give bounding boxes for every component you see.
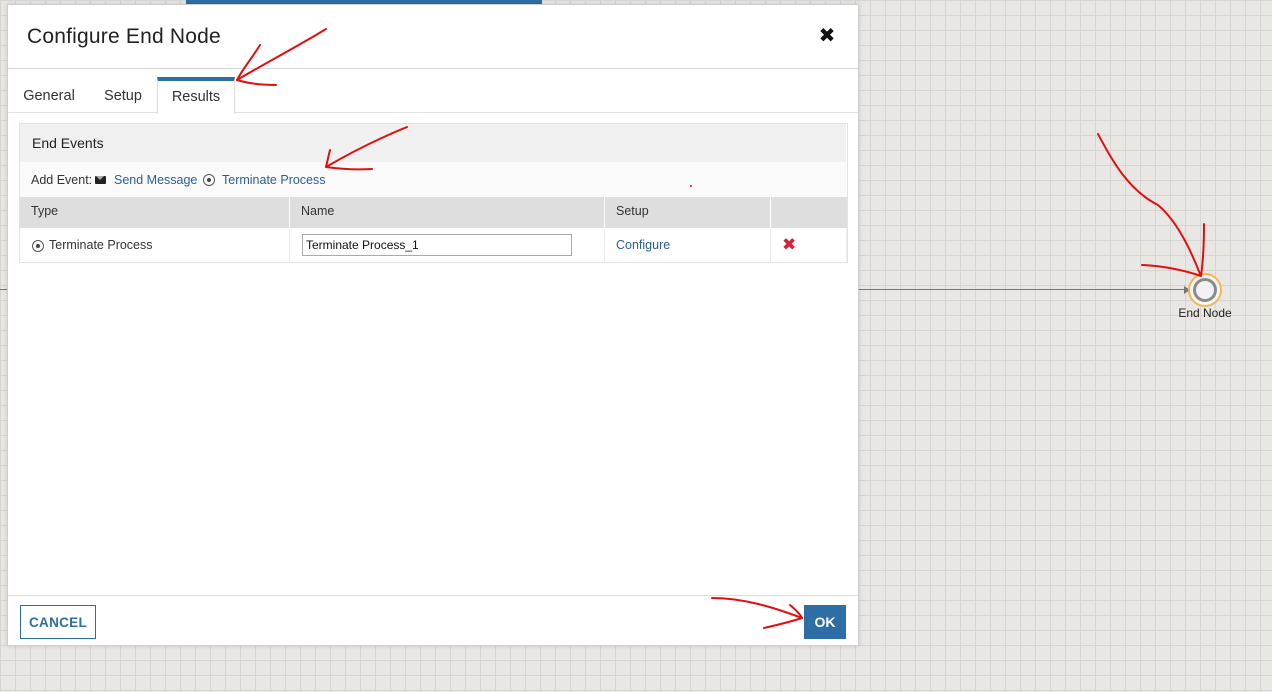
add-event-row: Add Event: Send Message Terminate Proces… — [20, 162, 847, 197]
add-terminate-process-link[interactable]: Terminate Process — [222, 173, 326, 187]
radio-target-icon — [203, 174, 215, 186]
column-header-type: Type — [20, 197, 290, 228]
end-node-circle-icon — [1193, 278, 1217, 302]
column-header-name: Name — [290, 197, 605, 228]
add-event-label: Add Event: — [31, 173, 93, 187]
cell-name — [290, 228, 605, 263]
end-events-panel: End Events Add Event: Send Message Termi… — [19, 123, 848, 263]
annotation-arrow-end-node — [1097, 133, 1201, 275]
dialog-footer: CANCEL OK — [8, 595, 858, 646]
tab-setup[interactable]: Setup — [90, 77, 156, 113]
cell-action: ✖ — [771, 228, 847, 263]
configure-end-node-dialog: Configure End Node ✖ General Setup Resul… — [7, 4, 859, 646]
tab-results[interactable]: Results — [157, 77, 235, 114]
column-header-action — [771, 197, 847, 228]
close-icon[interactable]: ✖ — [816, 25, 838, 47]
end-node[interactable] — [1188, 273, 1222, 307]
table-row: Terminate Process Configure ✖ — [20, 228, 847, 263]
cell-type: Terminate Process — [20, 228, 290, 263]
end-events-header: End Events — [20, 124, 846, 162]
tab-general[interactable]: General — [14, 77, 84, 113]
table-header-row: Type Name Setup — [20, 197, 847, 228]
annotation-arrow-end-node-head — [1141, 223, 1205, 277]
event-name-input[interactable] — [302, 234, 572, 256]
add-send-message-link[interactable]: Send Message — [114, 173, 197, 187]
flow-connector — [858, 289, 1186, 290]
cell-setup: Configure — [605, 228, 771, 263]
configure-link[interactable]: Configure — [616, 238, 670, 252]
dialog-title: Configure End Node — [27, 25, 221, 48]
delete-x-icon[interactable]: ✖ — [782, 228, 796, 262]
radio-target-icon — [32, 240, 44, 252]
end-events-table: Type Name Setup Terminate Process Config… — [20, 197, 847, 263]
cancel-button[interactable]: CANCEL — [20, 605, 96, 639]
column-header-setup: Setup — [605, 197, 771, 228]
end-events-title: End Events — [32, 135, 104, 151]
end-node-label: End Node — [1178, 306, 1232, 320]
dialog-header: Configure End Node ✖ — [8, 5, 858, 69]
event-type-text: Terminate Process — [49, 238, 153, 252]
ok-button[interactable]: OK — [804, 605, 846, 639]
envelope-icon — [95, 176, 106, 184]
tab-bar: General Setup Results — [8, 77, 858, 114]
